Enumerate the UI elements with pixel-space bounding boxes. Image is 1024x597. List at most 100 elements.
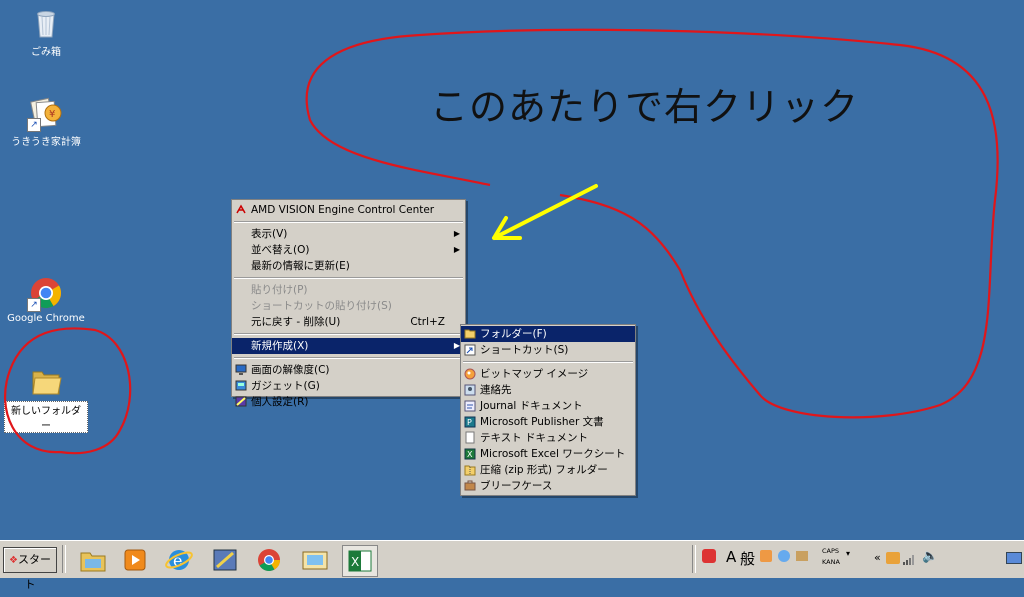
submenu-item-excel[interactable]: X Microsoft Excel ワークシート	[461, 446, 635, 462]
briefcase-icon	[464, 479, 476, 492]
svg-text:X: X	[467, 450, 473, 459]
internet-explorer-icon: e	[165, 550, 193, 570]
trash-icon	[29, 6, 63, 40]
start-button[interactable]: ❖スタート	[3, 547, 57, 591]
taskbar-explorer-button[interactable]	[76, 545, 110, 575]
ledger-icon: ¥ ↗	[27, 96, 63, 132]
submenu-item-publisher[interactable]: P Microsoft Publisher 文書	[461, 414, 635, 430]
google-chrome-icon[interactable]: ↗ Google Chrome	[4, 276, 88, 324]
shortcut-arrow-icon: ↗	[27, 118, 41, 132]
submenu-item-journal[interactable]: Journal ドキュメント	[461, 398, 635, 414]
menu-separator	[234, 357, 463, 359]
desktop[interactable]: ごみ箱 ¥ ↗ うきうき家計簿 ↗ Google Chrome 新しいフォルダー…	[0, 0, 1024, 540]
excel-icon: X	[464, 447, 476, 460]
submenu-item-bitmap[interactable]: ビットマップ イメージ	[461, 366, 635, 382]
briefcase-icon[interactable]	[796, 551, 808, 561]
taskbar-tools-button[interactable]	[208, 545, 242, 575]
menu-item-amd-vision[interactable]: AMD VISION Engine Control Center	[232, 202, 465, 218]
menu-item-undo-delete[interactable]: 元に戻す - 削除(U) Ctrl+Z	[232, 314, 465, 330]
ime-input-mode[interactable]: A	[726, 548, 736, 566]
chrome-logo-icon: ↗	[27, 276, 63, 312]
amd-icon	[235, 203, 247, 216]
menu-separator	[463, 361, 633, 363]
svg-text:¥: ¥	[49, 109, 55, 120]
taskbar-separator	[62, 545, 66, 573]
submenu-arrow-icon: ▶	[453, 229, 460, 238]
publisher-icon: P	[464, 415, 476, 428]
icon-label: Google Chrome	[7, 313, 85, 324]
zip-folder-icon	[464, 463, 476, 476]
shortcut-arrow-icon: ↗	[27, 298, 41, 312]
recycle-bin-icon[interactable]: ごみ箱	[4, 6, 88, 58]
security-icon[interactable]	[886, 552, 900, 564]
folder-icon	[80, 552, 106, 572]
svg-text:X: X	[351, 555, 359, 569]
icon-label: うきうき家計簿	[11, 137, 81, 148]
taskbar-separator	[692, 545, 696, 573]
folder-icon	[29, 364, 63, 398]
taskbar-photo-button[interactable]	[298, 545, 332, 575]
new-submenu: フォルダー(F) ショートカット(S) ビットマップ イメージ 連絡先 Jour…	[460, 324, 636, 496]
taskbar: ❖スタート e X A 般 CAPS KANA ▾ « 🔈	[0, 540, 1024, 591]
icon-label: 新しいフォルダー	[4, 401, 88, 433]
paint-icon	[464, 367, 476, 380]
submenu-item-shortcut[interactable]: ショートカット(S)	[461, 342, 635, 358]
journal-icon	[464, 399, 476, 412]
new-folder-icon[interactable]: 新しいフォルダー	[4, 364, 88, 433]
dictionary-icon[interactable]	[760, 550, 772, 562]
menu-item-sort-by[interactable]: 並べ替え(O) ▶	[232, 242, 465, 258]
taskbar-ie-button[interactable]: e	[162, 545, 196, 575]
folder-icon	[464, 327, 476, 340]
chrome-logo-icon	[258, 549, 280, 571]
network-signal-icon[interactable]	[902, 551, 918, 570]
volume-icon[interactable]: 🔈	[922, 549, 938, 564]
menu-item-view[interactable]: 表示(V) ▶	[232, 226, 465, 242]
windows-logo-icon: ❖	[9, 555, 18, 566]
menu-shortcut: Ctrl+Z	[410, 316, 445, 328]
ime-conversion-mode[interactable]: 般	[740, 548, 755, 569]
monitor-icon	[235, 363, 247, 376]
svg-text:P: P	[467, 418, 472, 427]
text-file-icon	[464, 431, 476, 444]
personalize-icon	[235, 395, 247, 408]
household-budget-icon[interactable]: ¥ ↗ うきうき家計簿	[4, 96, 88, 148]
context-menu: AMD VISION Engine Control Center 表示(V) ▶…	[231, 199, 466, 408]
ime-pad-icon[interactable]	[702, 549, 716, 563]
taskbar-media-player-button[interactable]	[118, 545, 152, 575]
submenu-item-briefcase[interactable]: ブリーフケース	[461, 478, 635, 494]
menu-separator	[234, 333, 463, 335]
photo-icon	[302, 551, 328, 570]
menu-item-refresh[interactable]: 最新の情報に更新(E)	[232, 258, 465, 274]
icon-label: ごみ箱	[31, 47, 61, 58]
submenu-item-text-document[interactable]: テキスト ドキュメント	[461, 430, 635, 446]
taskbar-excel-button[interactable]: X	[342, 545, 378, 577]
ime-tools-icon[interactable]	[778, 550, 790, 562]
menu-item-paste-shortcut: ショートカットの貼り付け(S)	[251, 300, 392, 312]
tools-icon	[213, 549, 237, 571]
language-bar: A 般 CAPS KANA ▾	[700, 547, 860, 571]
annotation-text: このあたりで右クリック	[430, 85, 860, 129]
menu-item-paste: 貼り付け(P)	[251, 284, 308, 296]
media-player-icon	[124, 549, 146, 571]
excel-icon: X	[348, 550, 372, 572]
shortcut-icon	[464, 343, 476, 356]
submenu-item-folder[interactable]: フォルダー(F)	[461, 326, 635, 342]
contact-icon	[464, 383, 476, 396]
kana-indicator: KANA	[822, 558, 840, 566]
taskbar-chrome-button[interactable]	[252, 545, 286, 575]
submenu-item-contact[interactable]: 連絡先	[461, 382, 635, 398]
menu-separator	[234, 221, 463, 223]
caps-indicator: CAPS	[822, 547, 840, 555]
show-hidden-icons-icon[interactable]: «	[874, 551, 881, 564]
language-bar-options-icon[interactable]: ▾	[846, 549, 850, 558]
submenu-item-zip-folder[interactable]: 圧縮 (zip 形式) フォルダー	[461, 462, 635, 478]
menu-item-screen-resolution[interactable]: 画面の解像度(C)	[232, 362, 465, 378]
notification-area: « 🔈	[866, 545, 1024, 575]
menu-separator	[234, 277, 463, 279]
gadget-icon	[235, 379, 247, 392]
menu-item-new[interactable]: 新規作成(X) ▶	[232, 338, 465, 354]
menu-item-gadgets[interactable]: ガジェット(G)	[232, 378, 465, 394]
show-desktop-icon[interactable]	[1006, 552, 1022, 564]
submenu-arrow-icon: ▶	[453, 245, 460, 254]
menu-item-personalize[interactable]: 個人設定(R)	[232, 394, 465, 410]
